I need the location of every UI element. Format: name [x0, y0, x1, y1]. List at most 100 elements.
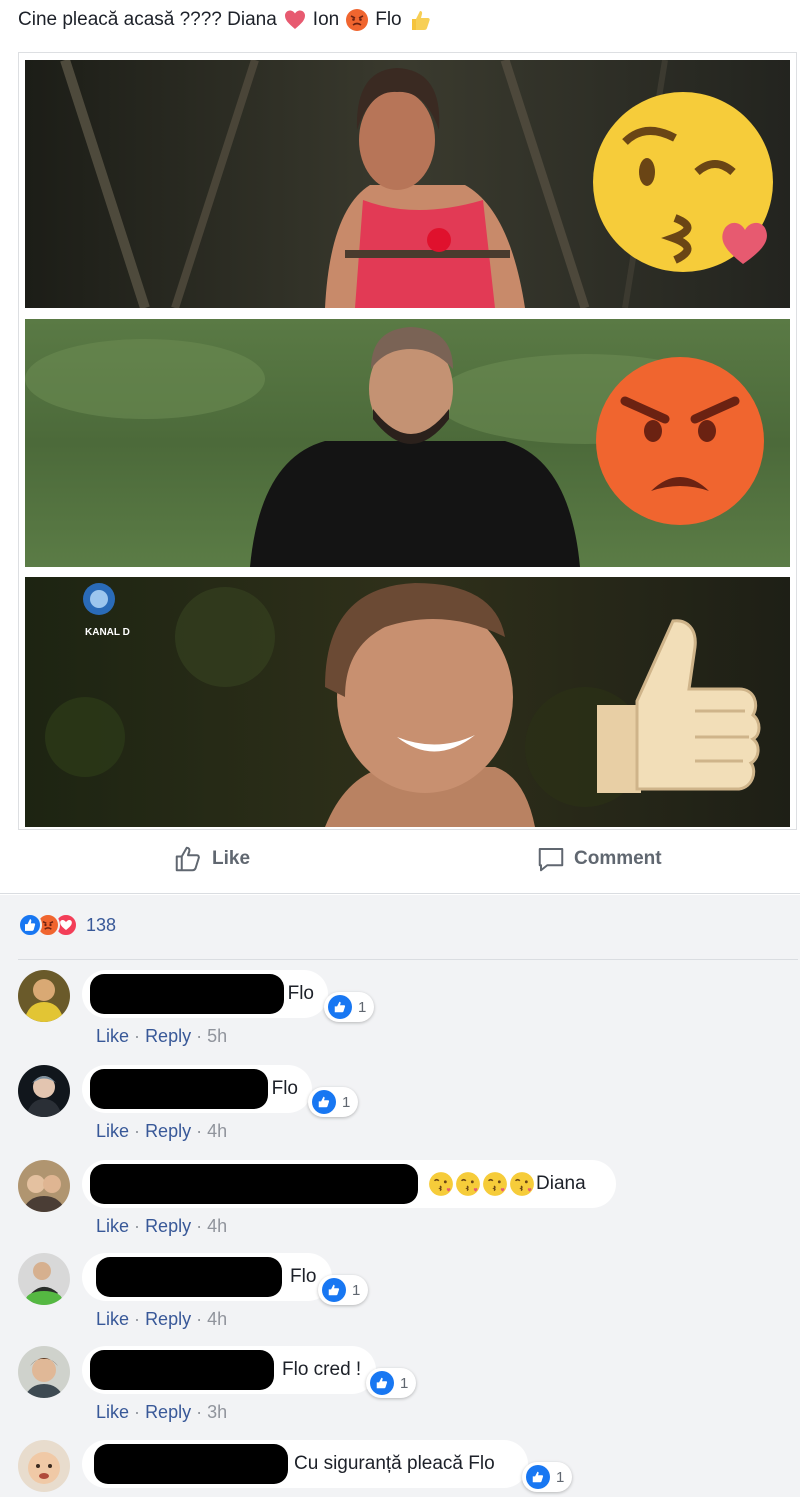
meta-separator: ·: [196, 1309, 203, 1329]
comment-reply-link[interactable]: Reply: [145, 1121, 191, 1141]
comment-item: Flo 1 Like · Reply · 5h: [0, 970, 800, 1060]
comment-like-badge[interactable]: 1: [366, 1368, 417, 1398]
post-text: Cine pleacă acasă ???? Diana Ion Flo: [18, 6, 438, 34]
angry-face-icon: [346, 9, 369, 31]
comment-bubble: Flo: [82, 1253, 332, 1301]
comment-text: Cu siguranță pleacă Flo: [294, 1453, 495, 1474]
like-badge-icon: [328, 995, 352, 1019]
redacted-name: [96, 1257, 282, 1297]
angry-emoji: [596, 357, 764, 525]
photo-panel-flo: KANAL D: [25, 577, 790, 827]
post-text-part1: Cine pleacă acasă ???? Diana: [18, 9, 277, 30]
comment-reply-link[interactable]: Reply: [145, 1026, 191, 1046]
comment-meta: Like · Reply · 3h: [96, 1402, 227, 1423]
meta-separator: ·: [196, 1216, 203, 1236]
meta-separator: ·: [134, 1402, 141, 1422]
comment-like-count: 1: [400, 1374, 409, 1392]
comment-text: Flo: [271, 1078, 298, 1099]
comment-time[interactable]: 3h: [207, 1402, 227, 1422]
comment-time[interactable]: 4h: [207, 1216, 227, 1236]
comment-time[interactable]: 4h: [207, 1121, 227, 1141]
thumbs-up-icon: [411, 11, 430, 30]
comment-like-link[interactable]: Like: [96, 1121, 129, 1141]
avatar[interactable]: [18, 1346, 70, 1398]
meta-separator: ·: [196, 1402, 203, 1422]
avatar[interactable]: [18, 970, 70, 1022]
comment-text: Flo: [290, 1266, 317, 1287]
kiss-emoji-icon: [510, 1172, 534, 1196]
like-badge-icon: [322, 1278, 346, 1302]
comment-bubble: Diana: [82, 1160, 616, 1208]
comment-text: Flo: [287, 983, 314, 1004]
post-image-collage[interactable]: KANAL D: [18, 52, 797, 830]
like-outline-icon: [175, 846, 200, 872]
like-badge-icon: [370, 1371, 394, 1395]
like-button-label: Like: [212, 848, 251, 869]
avatar[interactable]: [18, 1253, 70, 1305]
like-reaction-icon: [18, 913, 42, 937]
comment-meta: Like · Reply · 4h: [96, 1309, 227, 1330]
kiss-emoji-icon: [429, 1172, 453, 1196]
post-action-bar: Like Comment: [0, 830, 800, 894]
comment-text: Flo cred !: [282, 1359, 362, 1380]
comment-reply-link[interactable]: Reply: [145, 1309, 191, 1329]
photo-panel-diana: [25, 60, 790, 308]
like-badge-icon: [312, 1090, 336, 1114]
comment-like-count: 1: [358, 998, 367, 1016]
comment-like-badge[interactable]: 1: [324, 992, 375, 1022]
reactions-count[interactable]: 138: [86, 915, 116, 936]
post-text-part2: Ion: [312, 9, 340, 30]
kiss-emoji-icon: [483, 1172, 507, 1196]
comment-meta: Like · Reply · 5h: [96, 1026, 227, 1047]
comment-like-link[interactable]: Like: [96, 1026, 129, 1046]
comment-like-badge[interactable]: 1: [308, 1087, 359, 1117]
comment-bubble: Flo cred !: [82, 1346, 376, 1394]
meta-separator: ·: [196, 1121, 203, 1141]
divider: [18, 959, 798, 960]
photo-panel-ion: [25, 319, 790, 567]
redacted-name: [94, 1444, 288, 1484]
post-text-part3: Flo: [375, 9, 402, 30]
comment-icon: [538, 848, 564, 872]
comment-item: Cu siguranță pleacă Flo 1: [0, 1440, 800, 1497]
comment-button[interactable]: Comment: [536, 844, 662, 874]
redacted-name: [90, 1350, 274, 1390]
kiss-emoji-icon: [456, 1172, 480, 1196]
comment-like-count: 1: [342, 1093, 351, 1111]
heart-icon: [284, 10, 305, 29]
comment-item: Flo cred ! 1 Like · Reply · 3h: [0, 1346, 800, 1436]
meta-separator: ·: [196, 1026, 203, 1046]
avatar[interactable]: [18, 1440, 70, 1492]
meta-separator: ·: [134, 1026, 141, 1046]
comment-like-link[interactable]: Like: [96, 1402, 129, 1422]
comment-item: Flo 1 Like · Reply · 4h: [0, 1065, 800, 1155]
comment-like-count: 1: [556, 1468, 565, 1486]
comment-item: Flo 1 Like · Reply · 4h: [0, 1253, 800, 1343]
comment-reply-link[interactable]: Reply: [145, 1216, 191, 1236]
redacted-name: [90, 974, 284, 1014]
comment-like-link[interactable]: Like: [96, 1309, 129, 1329]
comment-button-label: Comment: [574, 848, 662, 869]
comment-meta: Like · Reply · 4h: [96, 1121, 227, 1142]
comment-like-link[interactable]: Like: [96, 1216, 129, 1236]
comment-meta: Like · Reply · 4h: [96, 1216, 227, 1237]
like-button[interactable]: Like: [172, 844, 250, 874]
comment-like-badge[interactable]: 1: [522, 1462, 573, 1492]
comment-like-badge[interactable]: 1: [318, 1275, 369, 1305]
comment-bubble: Flo: [82, 1065, 312, 1113]
avatar[interactable]: [18, 1065, 70, 1117]
comment-reply-link[interactable]: Reply: [145, 1402, 191, 1422]
comment-item: Diana Like · Reply · 4h: [0, 1160, 800, 1250]
comment-like-count: 1: [352, 1281, 361, 1299]
comment-bubble: Flo: [82, 970, 328, 1018]
kanal-d-watermark: KANAL D: [85, 627, 130, 638]
meta-separator: ·: [134, 1309, 141, 1329]
meta-separator: ·: [134, 1216, 141, 1236]
like-badge-icon: [526, 1465, 550, 1489]
comment-time[interactable]: 5h: [207, 1026, 227, 1046]
avatar[interactable]: [18, 1160, 70, 1212]
reactions-summary[interactable]: 138: [18, 913, 116, 937]
comment-text: Diana: [536, 1173, 586, 1194]
comment-time[interactable]: 4h: [207, 1309, 227, 1329]
meta-separator: ·: [134, 1121, 141, 1141]
